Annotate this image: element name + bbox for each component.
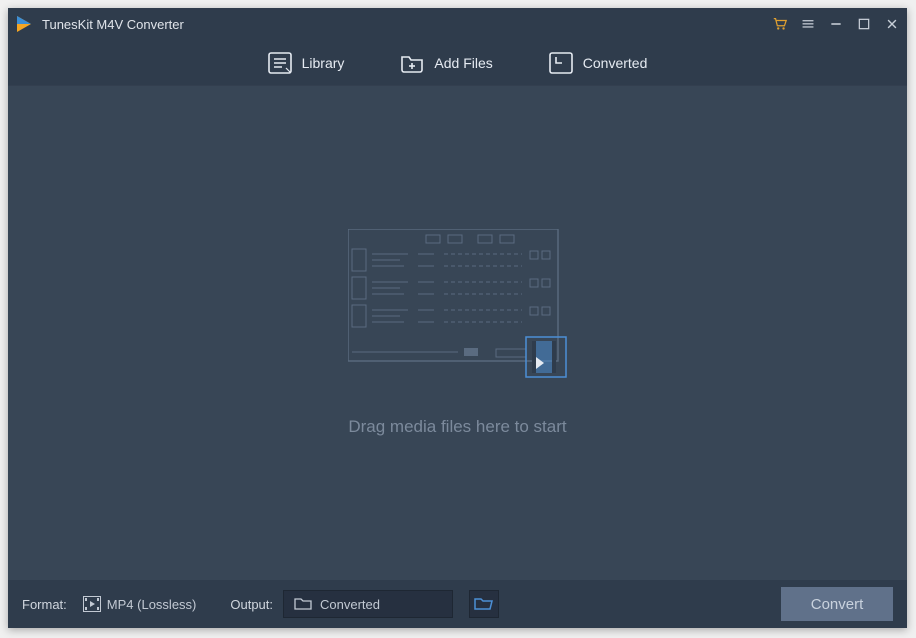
browse-output-button[interactable] bbox=[469, 590, 499, 618]
folder-plus-icon bbox=[400, 52, 424, 74]
format-mp4-icon bbox=[83, 596, 101, 612]
library-label: Library bbox=[302, 55, 345, 71]
folder-open-icon bbox=[474, 596, 494, 613]
format-selector[interactable]: MP4 (Lossless) bbox=[77, 592, 203, 616]
cart-icon[interactable] bbox=[771, 15, 789, 33]
format-value: MP4 (Lossless) bbox=[107, 597, 197, 612]
folder-icon bbox=[294, 596, 312, 613]
menu-icon[interactable] bbox=[799, 15, 817, 33]
window-controls bbox=[771, 15, 901, 33]
bottom-bar: Format: MP4 (Lossless) Output: Converted bbox=[8, 580, 907, 628]
clock-check-icon bbox=[549, 52, 573, 74]
drop-placeholder-illustration bbox=[348, 229, 568, 379]
format-label: Format: bbox=[22, 597, 67, 612]
drop-hint-text: Drag media files here to start bbox=[348, 417, 566, 437]
minimize-button[interactable] bbox=[827, 15, 845, 33]
close-button[interactable] bbox=[883, 15, 901, 33]
converted-label: Converted bbox=[583, 55, 648, 71]
output-label: Output: bbox=[230, 597, 273, 612]
drop-area[interactable]: Drag media files here to start bbox=[8, 86, 907, 580]
maximize-button[interactable] bbox=[855, 15, 873, 33]
app-window: TunesKit M4V Converter bbox=[8, 8, 907, 628]
add-files-label: Add Files bbox=[434, 55, 492, 71]
library-list-icon bbox=[268, 52, 292, 74]
output-path-box[interactable]: Converted bbox=[283, 590, 453, 618]
add-files-button[interactable]: Add Files bbox=[400, 52, 492, 74]
converted-button[interactable]: Converted bbox=[549, 52, 648, 74]
app-title: TunesKit M4V Converter bbox=[42, 17, 184, 32]
title-bar: TunesKit M4V Converter bbox=[8, 8, 907, 40]
output-value: Converted bbox=[320, 597, 380, 612]
toolbar: Library Add Files Converted bbox=[8, 40, 907, 86]
convert-button[interactable]: Convert bbox=[781, 587, 893, 621]
library-button[interactable]: Library bbox=[268, 52, 345, 74]
convert-label: Convert bbox=[811, 596, 864, 613]
app-logo-icon bbox=[14, 14, 34, 34]
